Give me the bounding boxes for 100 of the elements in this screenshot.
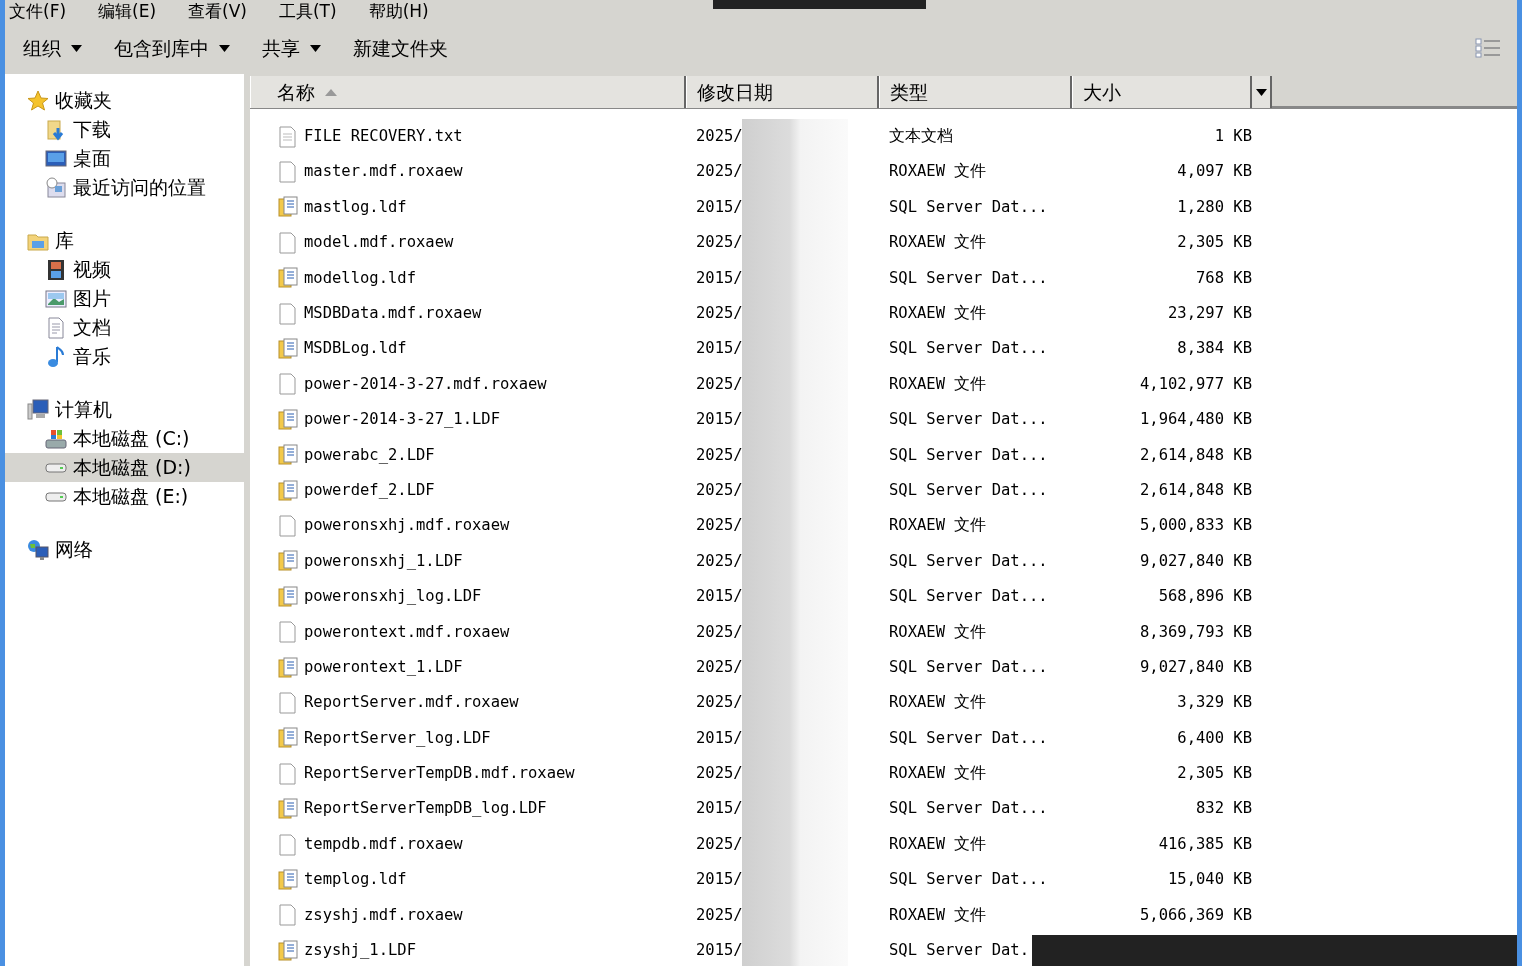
type-cell-text: SQL Server Dat... xyxy=(888,727,1049,749)
size-cell-text: 8,384 KB xyxy=(1176,338,1252,360)
drive-icon xyxy=(45,489,67,504)
database-file-icon xyxy=(278,939,298,962)
desktop-icon xyxy=(45,147,67,170)
blank-file-icon xyxy=(278,833,298,856)
recent-places-icon xyxy=(45,176,67,199)
file-name[interactable]: model.mdf.roxaew xyxy=(250,231,686,255)
file-name[interactable]: tempdb.mdf.roxaew xyxy=(250,832,686,857)
blank-file-icon xyxy=(278,302,298,325)
date-cell-text: 2025/ xyxy=(695,692,742,714)
column-header[interactable]: 大小 xyxy=(1072,76,1252,108)
database-file-icon xyxy=(278,408,298,431)
date-cell-text: 2025/ xyxy=(695,550,742,572)
database-file-icon xyxy=(278,868,298,891)
date-cell-text: 2015/ xyxy=(695,869,742,891)
sidebar-item[interactable]: 音乐 xyxy=(5,342,244,371)
database-file-icon xyxy=(278,196,298,219)
type-cell-text: SQL Server Dat... xyxy=(888,444,1049,466)
file-name[interactable]: templog.ldf xyxy=(250,868,686,892)
type-cell-text: ROXAEW 文件 xyxy=(888,232,988,254)
type-cell-text: ROXAEW 文件 xyxy=(888,161,988,183)
file-name[interactable]: ReportServer_log.LDF xyxy=(250,726,686,750)
type-cell-text: ROXAEW 文件 xyxy=(888,692,988,714)
file-name[interactable]: power-2014-3-27_1.LDF xyxy=(250,408,686,432)
sidebar-item[interactable]: 本地磁盘 (E:) xyxy=(5,482,244,511)
file-name[interactable]: ReportServer.mdf.roxaew xyxy=(250,691,686,715)
file-name[interactable]: master.mdf.roxaew xyxy=(250,160,686,184)
file-name[interactable]: poweronsxhj_log.LDF xyxy=(250,585,686,609)
file-name[interactable]: poweronsxhj.mdf.roxaew xyxy=(250,514,686,538)
database-file-icon xyxy=(278,727,298,750)
column-header[interactable]: 修改日期 xyxy=(686,76,879,108)
file-name[interactable]: powerontext.mdf.roxaew xyxy=(250,620,686,644)
file-name[interactable]: poweronsxhj_1.LDF xyxy=(250,549,686,573)
star-icon xyxy=(27,89,49,112)
type-cell-text: ROXAEW 文件 xyxy=(888,303,988,324)
size-cell-text: 416,385 KB xyxy=(1157,833,1252,855)
music-note-icon xyxy=(45,345,67,368)
blank-file-icon xyxy=(278,161,298,184)
file-name[interactable]: zsyshj.mdf.roxaew xyxy=(250,903,686,927)
toolbar-button[interactable]: 包含到库中 xyxy=(106,29,238,67)
type-cell-text: ROXAEW 文件 xyxy=(888,763,988,785)
computer-icon xyxy=(27,398,49,421)
blank-file-icon xyxy=(278,621,298,644)
column-dropdown-button[interactable] xyxy=(1252,76,1272,108)
menu-item[interactable]: 帮助(H) xyxy=(364,1,433,21)
sidebar-item[interactable]: 计算机 xyxy=(5,395,244,424)
sidebar-item[interactable]: 收藏夹 xyxy=(5,86,244,115)
menu-item[interactable]: 查看(V) xyxy=(184,1,251,21)
column-header[interactable]: 类型 xyxy=(879,76,1072,108)
sort-ascending-icon xyxy=(325,88,337,96)
size-cell-text: 1 KB xyxy=(1213,126,1252,148)
size-cell-text: 4,097 KB xyxy=(1176,161,1252,183)
column-header[interactable]: 名称 xyxy=(250,76,686,108)
file-name[interactable]: powerabc_2.LDF xyxy=(250,443,686,467)
file-name[interactable]: powerontext_1.LDF xyxy=(250,655,686,680)
view-options-icon[interactable] xyxy=(1475,38,1501,58)
sidebar-item[interactable]: 本地磁盘 (C:) xyxy=(5,424,244,453)
network-icon xyxy=(27,538,49,561)
sidebar-item[interactable]: 最近访问的位置 xyxy=(5,173,244,202)
file-name[interactable]: FILE RECOVERY.txt xyxy=(250,125,686,149)
date-cell-text: 2015/ xyxy=(695,196,742,218)
file-name[interactable]: MSDBLog.ldf xyxy=(250,337,686,361)
file-name[interactable]: MSDBData.mdf.roxaew xyxy=(250,302,686,326)
file-name[interactable]: ReportServerTempDB.mdf.roxaew xyxy=(250,762,686,786)
file-name[interactable]: modellog.ldf xyxy=(250,266,686,290)
toolbar-button[interactable]: 组织 xyxy=(15,29,90,67)
database-file-icon xyxy=(278,444,298,467)
type-cell-text: SQL Server Dat... xyxy=(888,550,1049,572)
type-cell-text: 文本文档 xyxy=(888,126,954,148)
film-icon xyxy=(45,258,67,281)
menu-item[interactable]: 文件(F) xyxy=(5,1,71,21)
file-name[interactable]: powerdef_2.LDF xyxy=(250,478,686,503)
file-name[interactable]: zsyshj_1.LDF xyxy=(250,939,686,963)
type-cell-text: SQL Server Dat... xyxy=(888,586,1049,608)
file-name[interactable]: ReportServerTempDB_log.LDF xyxy=(250,797,686,821)
file-name[interactable]: mastlog.ldf xyxy=(250,195,686,220)
blank-file-icon xyxy=(278,762,298,785)
sidebar-item[interactable]: 本地磁盘 (D:) xyxy=(5,453,244,482)
sidebar-item[interactable]: 下载 xyxy=(5,115,244,144)
size-cell-text: 768 KB xyxy=(1195,267,1252,289)
type-cell-text: SQL Server Dat... xyxy=(888,798,1049,820)
date-cell-text: 2025/ xyxy=(695,303,742,324)
menu-item[interactable]: 工具(T) xyxy=(274,1,341,21)
sidebar-item[interactable]: 库 xyxy=(5,226,244,255)
size-cell-text: 832 KB xyxy=(1195,798,1252,820)
toolbar-button[interactable]: 共享 xyxy=(254,29,329,67)
menu-item[interactable]: 编辑(E) xyxy=(94,1,161,21)
size-cell-text: 1,964,480 KB xyxy=(1139,409,1252,431)
size-cell-text: 2,305 KB xyxy=(1176,763,1252,785)
date-cell-text: 2025/ xyxy=(695,126,742,148)
sidebar-item[interactable]: 网络 xyxy=(5,535,244,564)
file-name[interactable]: power-2014-3-27.mdf.roxaew xyxy=(250,372,686,397)
blank-file-icon xyxy=(278,515,298,537)
sidebar-item[interactable]: 图片 xyxy=(5,284,244,313)
database-file-icon xyxy=(278,656,298,679)
sidebar-item[interactable]: 视频 xyxy=(5,255,244,284)
sidebar-item[interactable]: 桌面 xyxy=(5,144,244,173)
toolbar-button[interactable]: 新建文件夹 xyxy=(345,29,456,67)
sidebar-item[interactable]: 文档 xyxy=(5,313,244,342)
